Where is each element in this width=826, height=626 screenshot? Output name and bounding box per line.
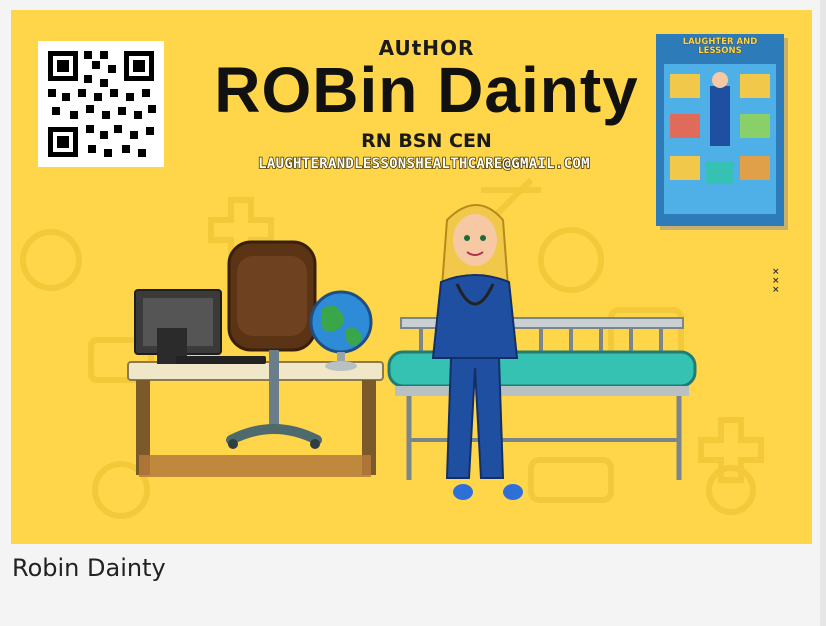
more-options-icon: × × × bbox=[772, 267, 780, 295]
book-cover-art bbox=[664, 64, 776, 214]
author-email: LAUGHTERANDLESSONSHEALTHCARE@GMAIL.COM bbox=[257, 155, 590, 173]
scrollbar[interactable] bbox=[820, 0, 826, 626]
author-banner-image[interactable]: AUtHOR ROBin Dainty RN BSN CEN LAUGHTERA… bbox=[11, 10, 812, 544]
globe bbox=[309, 290, 373, 371]
office-chair bbox=[226, 240, 322, 449]
desk bbox=[127, 361, 384, 477]
nurse-character bbox=[431, 204, 523, 500]
image-card[interactable]: AUtHOR ROBin Dainty RN BSN CEN LAUGHTERA… bbox=[0, 0, 826, 626]
book-cover: LAUGHTER AND LESSONS bbox=[656, 34, 784, 226]
image-caption: Robin Dainty bbox=[12, 554, 166, 582]
